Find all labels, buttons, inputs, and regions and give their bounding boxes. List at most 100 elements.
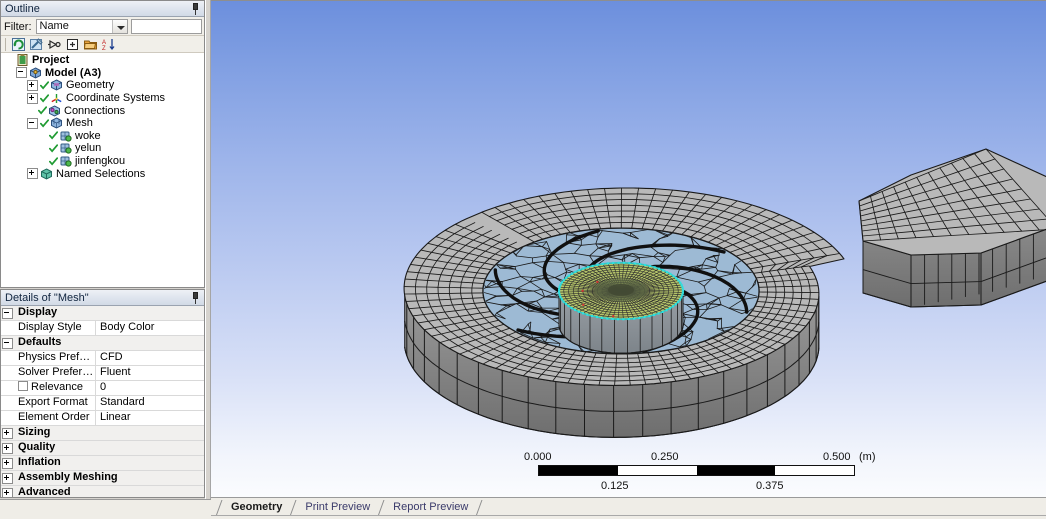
filter-label: Filter: [4,21,33,33]
expand-icon[interactable] [1,471,15,485]
expand-all-icon[interactable] [65,37,80,52]
details-row-value[interactable]: 0 [96,381,204,395]
tab-report-preview[interactable]: Report Preview [384,500,475,515]
details-group-row[interactable]: Display [1,306,204,321]
filter-text-input[interactable] [131,19,203,34]
details-group-row[interactable]: Advanced [1,486,204,497]
mesh-icon [50,117,63,129]
scale-bar-seg-2 [618,466,697,475]
check-icon [49,144,58,153]
check-icon [49,131,58,140]
expand-connections-icon[interactable] [47,37,62,52]
pin-icon[interactable] [190,3,201,15]
details-panel-title: Details of "Mesh" [1,290,204,306]
expand-icon[interactable] [27,93,38,104]
pin-icon[interactable] [190,292,201,304]
sort-az-icon[interactable]: A Z [101,37,116,52]
details-row-name: Relevance [15,381,96,395]
filter-type-select[interactable]: Name [36,19,128,34]
details-expander-placeholder [1,321,15,335]
tree-item-model-a3[interactable]: Model (A3) [1,67,204,80]
outline-filter-row: Filter: Name [1,17,204,36]
details-property-row[interactable]: Solver PreferenceFluent [1,366,204,381]
tab-separator [475,500,482,515]
expander-box [2,473,13,484]
filter-type-value: Name [40,20,69,32]
expand-icon[interactable] [1,486,15,497]
check-icon [40,119,49,128]
model-icon [29,67,42,79]
refresh-outline-icon[interactable] [11,37,26,52]
details-property-row[interactable]: Element OrderLinear [1,411,204,426]
tab-print-preview[interactable]: Print Preview [296,500,377,515]
details-expander-placeholder [1,411,15,425]
tree-item-connections[interactable]: Connections [1,104,204,117]
details-row-name: Physics Preference [15,351,96,365]
expander-box [2,338,13,349]
tree-item-label: jinfengkou [72,155,125,167]
mesh-method-icon [59,155,72,167]
show-hide-objects-icon[interactable] [29,37,44,52]
legend-tick-125: 0.125 [601,480,629,492]
expand-icon[interactable] [27,168,38,179]
details-property-row[interactable]: Physics PreferenceCFD [1,351,204,366]
check-icon [40,94,49,103]
outline-panel: Outline Filter: Name [0,0,205,288]
outline-tree[interactable]: ProjectModel (A3)GeometryCoordinate Syst… [1,54,204,287]
collapse-icon[interactable] [1,306,15,320]
view-tab-strip: Geometry Print Preview Report Preview [211,497,1046,519]
details-row-value[interactable]: Body Color [96,321,204,335]
check-icon [38,106,47,115]
expand-icon[interactable] [1,426,15,440]
collapse-icon[interactable] [16,67,27,78]
details-property-row[interactable]: Relevance0 [1,381,204,396]
details-property-row[interactable]: Display StyleBody Color [1,321,204,336]
chevron-down-icon[interactable] [112,20,127,33]
tree-item-named-selections[interactable]: Named Selections [1,167,204,180]
geometry-3d-viewport[interactable]: 0.000 0.250 0.500 (m) 0.125 0.375 [211,0,1046,497]
tree-item-label: Model (A3) [42,67,101,79]
details-group-row[interactable]: Quality [1,441,204,456]
tree-item-yelun[interactable]: yelun [1,142,204,155]
outline-title-text: Outline [5,3,40,15]
details-group-row[interactable]: Defaults [1,336,204,351]
tab-separator [215,500,222,515]
details-row-name: Defaults [15,336,204,350]
tree-item-label: Project [29,54,69,66]
details-row-value[interactable]: CFD [96,351,204,365]
details-property-row[interactable]: Export FormatStandard [1,396,204,411]
expand-icon[interactable] [1,456,15,470]
details-row-value[interactable]: Fluent [96,366,204,380]
tree-item-label: woke [72,130,101,142]
tree-item-label: Connections [61,105,125,117]
tab-separator [289,500,296,515]
details-row-name: Quality [15,441,204,455]
collapse-icon[interactable] [1,336,15,350]
collapse-icon[interactable] [27,118,38,129]
tree-item-coordinate-systems[interactable]: Coordinate Systems [1,92,204,105]
legend-tick-0: 0.000 [524,451,552,463]
tree-item-label: Named Selections [53,168,145,180]
tab-geometry[interactable]: Geometry [222,500,289,515]
tree-item-mesh[interactable]: Mesh [1,117,204,130]
details-group-row[interactable]: Inflation [1,456,204,471]
details-row-value[interactable]: Linear [96,411,204,425]
tab-strip-divider [211,515,1046,516]
pump-mesh-render [211,1,1046,497]
details-expander-placeholder [1,381,15,395]
tree-item-woke[interactable]: woke [1,130,204,143]
expand-icon[interactable] [27,80,38,91]
relevance-checkbox[interactable] [18,381,28,391]
details-row-value[interactable]: Standard [96,396,204,410]
folder-icon[interactable] [83,37,98,52]
tree-item-label: yelun [72,142,101,154]
legend-tick-500: 0.500 [823,451,851,463]
details-group-row[interactable]: Sizing [1,426,204,441]
details-group-row[interactable]: Assembly Meshing [1,471,204,486]
tree-item-geometry[interactable]: Geometry [1,79,204,92]
tree-item-jinfengkou[interactable]: jinfengkou [1,155,204,168]
view-tabs[interactable]: Geometry Print Preview Report Preview [215,499,482,515]
legend-unit: (m) [859,451,876,463]
tree-item-project[interactable]: Project [1,54,204,67]
expand-icon[interactable] [1,441,15,455]
